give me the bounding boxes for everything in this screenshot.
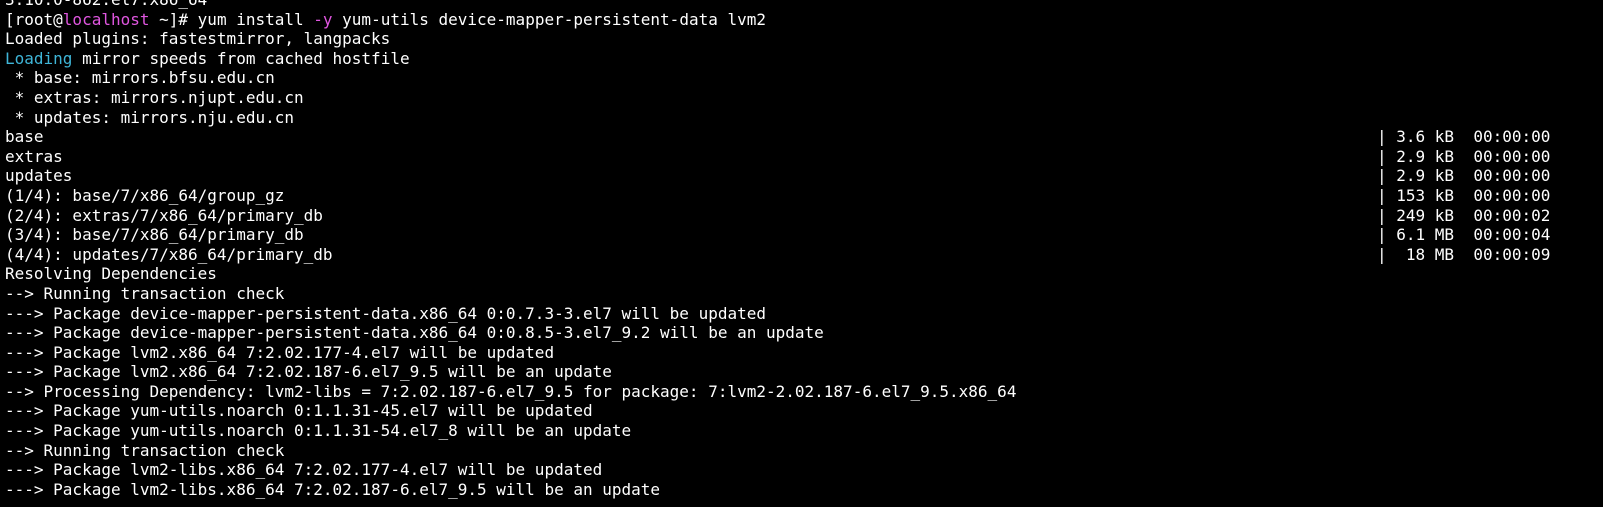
download-name: (4/4): updates/7/x86_64/primary_db xyxy=(5,244,333,264)
loading-word: Loading xyxy=(5,48,73,68)
resolution-line: ---> Package lvm2.x86_64 7:2.02.187-6.el… xyxy=(5,362,612,382)
download-line: (3/4): base/7/x86_64/primary_db | 6.1 MB … xyxy=(5,225,1603,245)
mirror-line: * extras: mirrors.njupt.edu.cn xyxy=(5,87,304,107)
mirror-line: * updates: mirrors.nju.edu.cn xyxy=(5,107,294,127)
download-stat: | 6.1 MB 00:00:04 xyxy=(1377,225,1551,245)
command-args: yum-utils device-mapper-persistent-data … xyxy=(332,9,767,29)
download-line: (1/4): base/7/x86_64/group_gz | 153 kB 00… xyxy=(5,186,1603,206)
prompt-open: [root@ xyxy=(5,9,63,29)
download-stat: | 153 kB 00:00:00 xyxy=(1377,185,1551,205)
resolution-line: ---> Package device-mapper-persistent-da… xyxy=(5,303,766,323)
partial-output-line: 3.10.0-862.el7.x86_64 xyxy=(5,0,1603,10)
download-line: base | 3.6 kB 00:00:00 xyxy=(5,127,1603,147)
download-stat: | 18 MB 00:00:09 xyxy=(1377,244,1551,264)
resolution-line: ---> Package yum-utils.noarch 0:1.1.31-4… xyxy=(5,401,593,421)
resolution-line: ---> Package lvm2-libs.x86_64 7:2.02.177… xyxy=(5,460,603,480)
command-flag: -y xyxy=(313,9,333,29)
download-stat: | 2.9 kB 00:00:00 xyxy=(1377,166,1551,186)
download-stat: | 3.6 kB 00:00:00 xyxy=(1377,127,1551,147)
resolution-line: Resolving Dependencies xyxy=(5,264,217,284)
terminal-output[interactable]: 3.10.0-862.el7.x86_64 [root@localhost ~]… xyxy=(5,0,1603,499)
download-name: (2/4): extras/7/x86_64/primary_db xyxy=(5,205,323,225)
download-name: updates xyxy=(5,166,73,186)
download-name: (1/4): base/7/x86_64/group_gz xyxy=(5,185,285,205)
loading-line: Loading mirror speeds from cached hostfi… xyxy=(5,49,1603,69)
resolution-line: ---> Package lvm2.x86_64 7:2.02.177-4.el… xyxy=(5,342,555,362)
resolution-line: ---> Package yum-utils.noarch 0:1.1.31-5… xyxy=(5,421,632,441)
mirror-line: * base: mirrors.bfsu.edu.cn xyxy=(5,68,275,88)
download-line: extras | 2.9 kB 00:00:00 xyxy=(5,147,1603,167)
download-name: (3/4): base/7/x86_64/primary_db xyxy=(5,225,304,245)
download-name: base xyxy=(5,127,44,147)
loading-rest: mirror speeds from cached hostfile xyxy=(72,48,410,68)
download-line: updates | 2.9 kB 00:00:00 xyxy=(5,166,1603,186)
resolution-line: --> Processing Dependency: lvm2-libs = 7… xyxy=(5,381,1017,401)
download-stat: | 2.9 kB 00:00:00 xyxy=(1377,146,1551,166)
download-stat: | 249 kB 00:00:02 xyxy=(1377,205,1551,225)
plugins-line: Loaded plugins: fastestmirror, langpacks xyxy=(5,29,391,49)
download-name: extras xyxy=(5,146,63,166)
resolution-line: --> Running transaction check xyxy=(5,440,285,460)
resolution-line: ---> Package device-mapper-persistent-da… xyxy=(5,323,824,343)
prompt-hostname: localhost xyxy=(62,9,150,29)
prompt-close: ~]# xyxy=(149,9,198,29)
resolution-line: --> Running transaction check xyxy=(5,283,285,303)
download-line: (2/4): extras/7/x86_64/primary_db | 249 k… xyxy=(5,206,1603,226)
command-prompt-line: [root@localhost ~]# yum install -y yum-u… xyxy=(5,10,1603,30)
download-line: (4/4): updates/7/x86_64/primary_db | 18 M… xyxy=(5,245,1603,265)
command-text: yum install xyxy=(197,9,314,29)
resolution-line: ---> Package lvm2-libs.x86_64 7:2.02.187… xyxy=(5,479,661,499)
